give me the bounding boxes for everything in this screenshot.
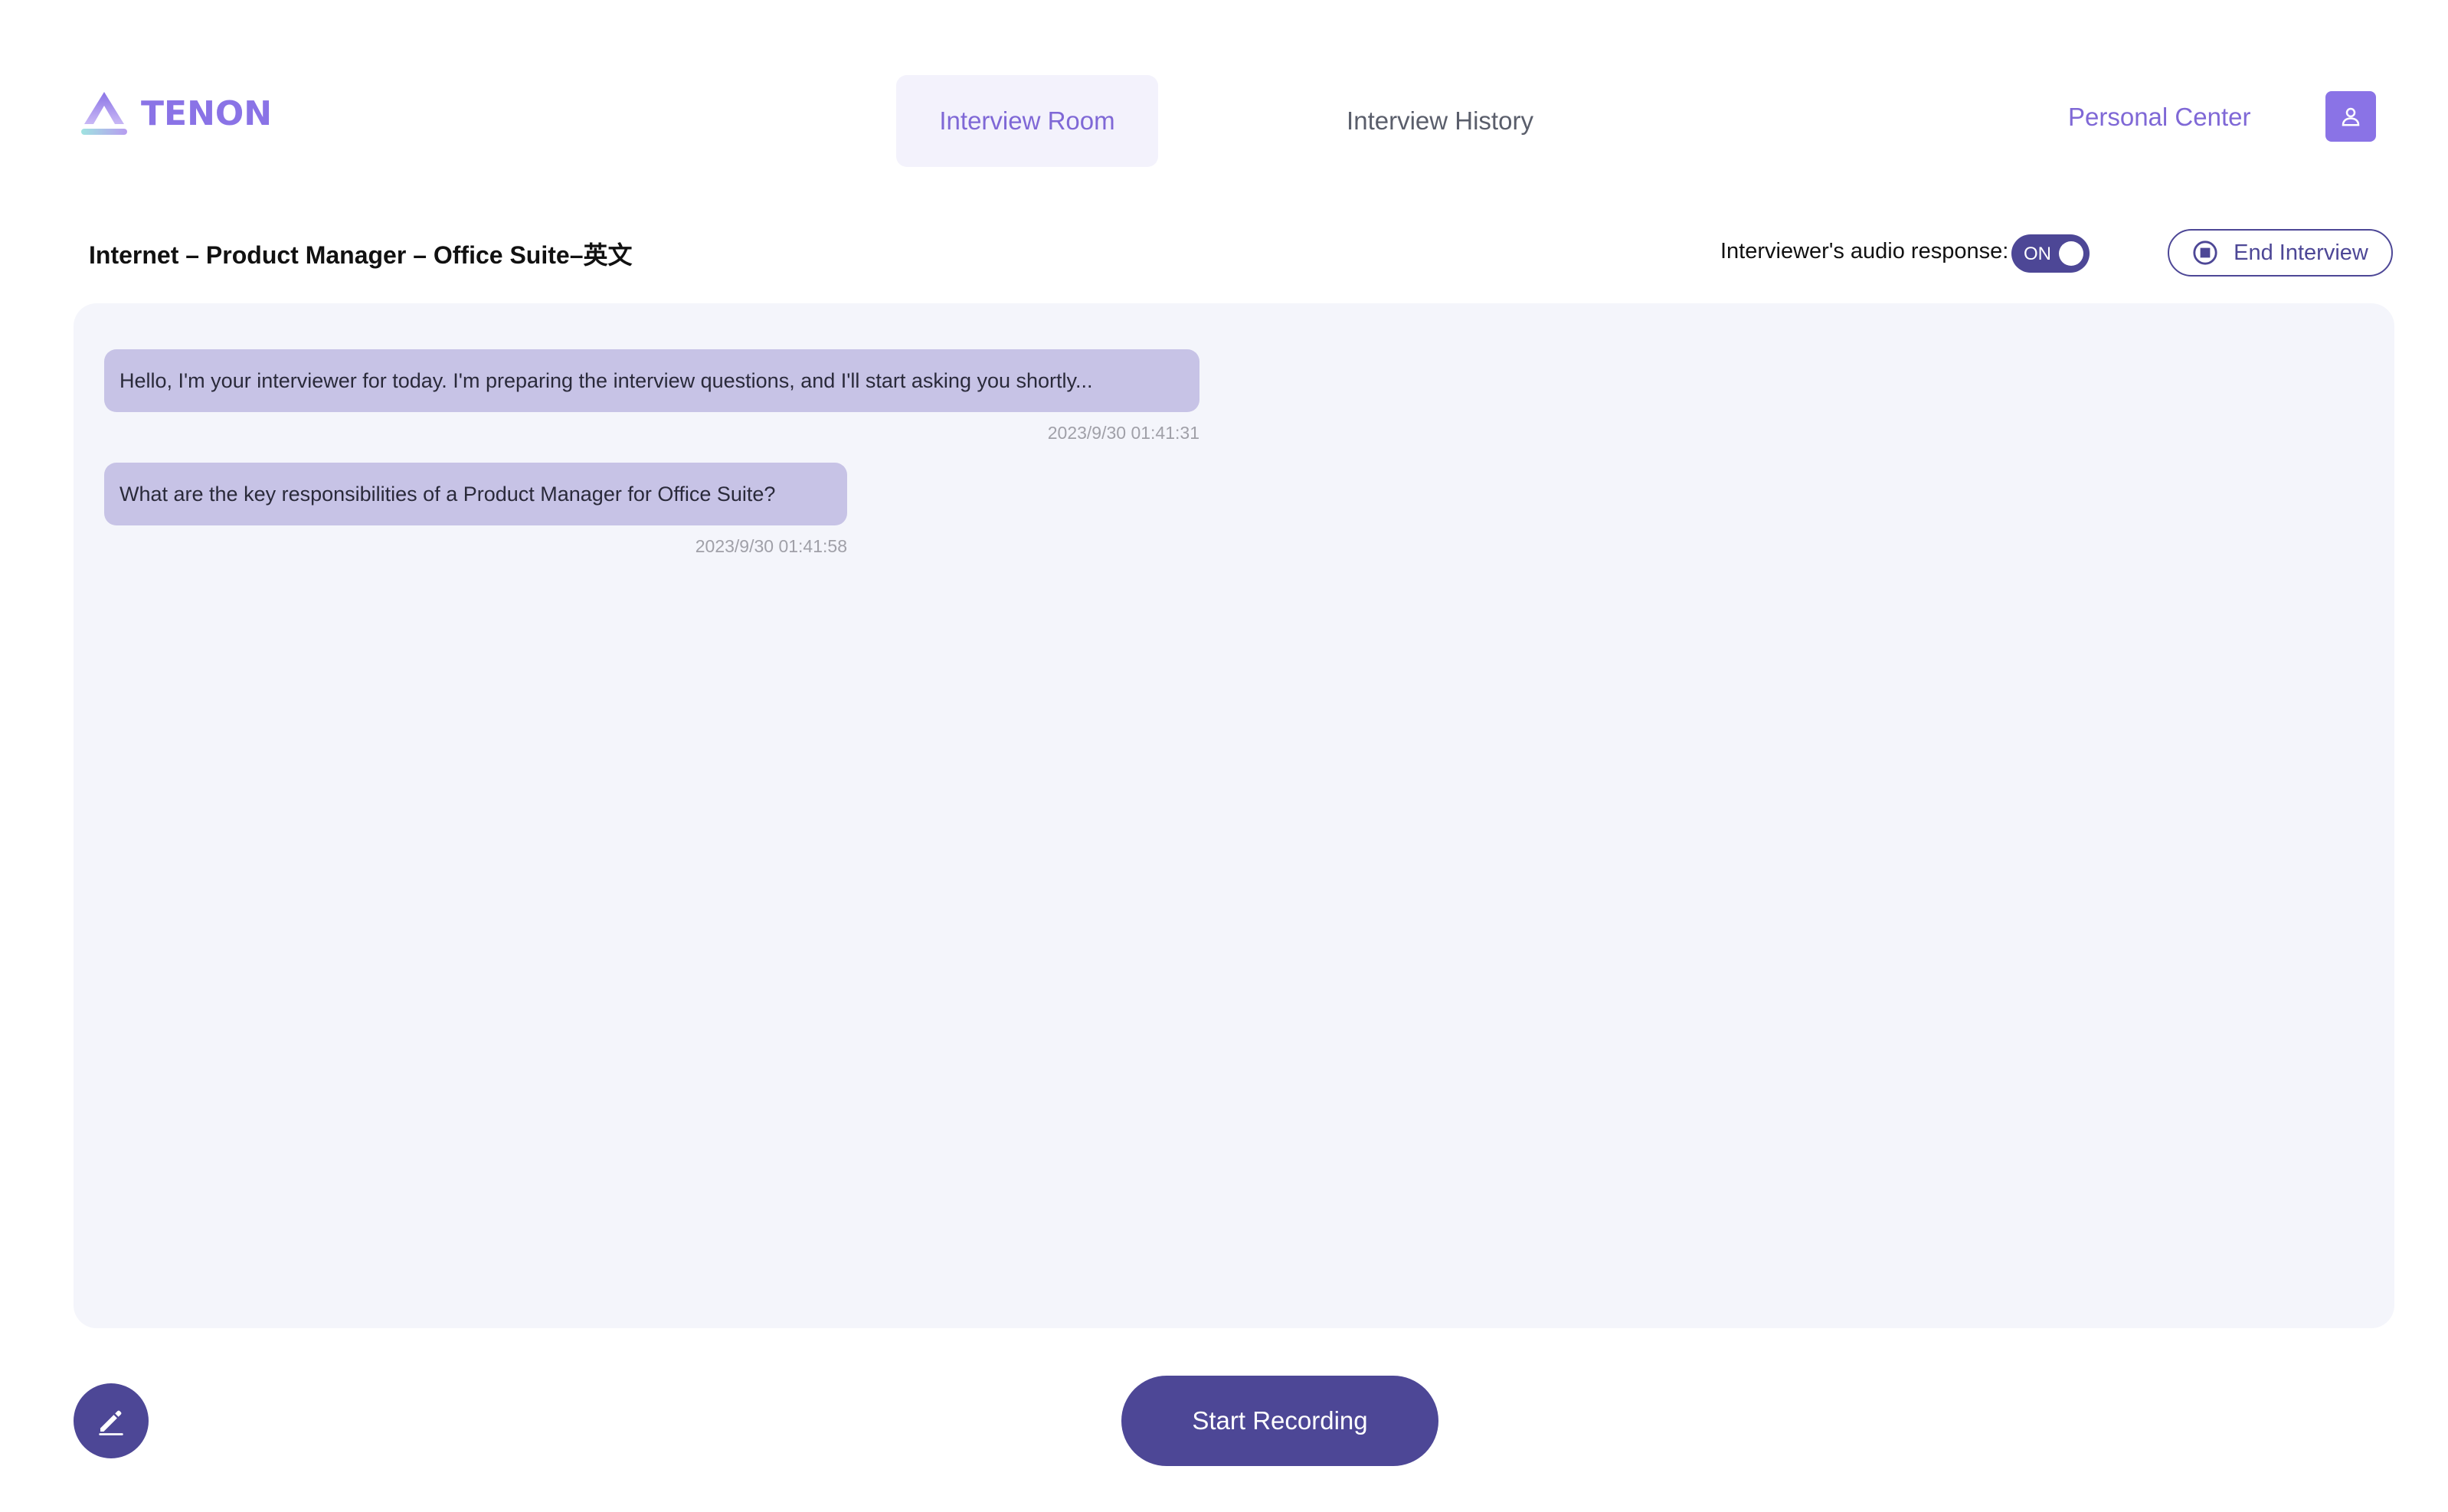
audio-response-toggle[interactable]: ON [2011,234,2090,273]
message-text: What are the key responsibilities of a P… [119,483,776,506]
message-text: Hello, I'm your interviewer for today. I… [119,369,1093,392]
stop-circle-icon [2193,241,2217,265]
audio-response-label: Interviewer's audio response: [1720,239,2009,263]
toggle-knob [2059,241,2083,266]
avatar-button[interactable] [2325,91,2376,142]
start-recording-button[interactable]: Start Recording [1121,1376,1438,1466]
edit-button[interactable] [74,1383,149,1458]
tenon-logo-icon [81,92,127,135]
message-bubble: What are the key responsibilities of a P… [104,463,847,525]
personal-center-label: Personal Center [2068,103,2251,131]
user-icon [2342,107,2360,126]
toggle-state: ON [2024,244,2051,264]
tab-label: Interview History [1347,106,1533,135]
message-timestamp: 2023/9/30 01:41:31 [1047,423,1199,443]
message-bubble: Hello, I'm your interviewer for today. I… [104,349,1199,412]
tab-label: Interview Room [939,106,1115,135]
end-interview-label: End Interview [2234,240,2368,265]
start-recording-label: Start Recording [1192,1406,1368,1435]
interview-title: Internet – Product Manager – Office Suit… [89,241,633,269]
tab-interview-room[interactable]: Interview Room [896,75,1158,167]
message-timestamp: 2023/9/30 01:41:58 [695,536,847,556]
personal-center-link[interactable]: Personal Center [2068,100,2250,135]
chat-panel: Hello, I'm your interviewer for today. I… [74,303,2394,1328]
logo-text: TENON [141,93,273,133]
end-interview-button[interactable]: End Interview [2168,229,2393,277]
logo: TENON [80,89,272,138]
pencil-icon [99,1410,123,1435]
tab-interview-history[interactable]: Interview History [1302,75,1578,167]
